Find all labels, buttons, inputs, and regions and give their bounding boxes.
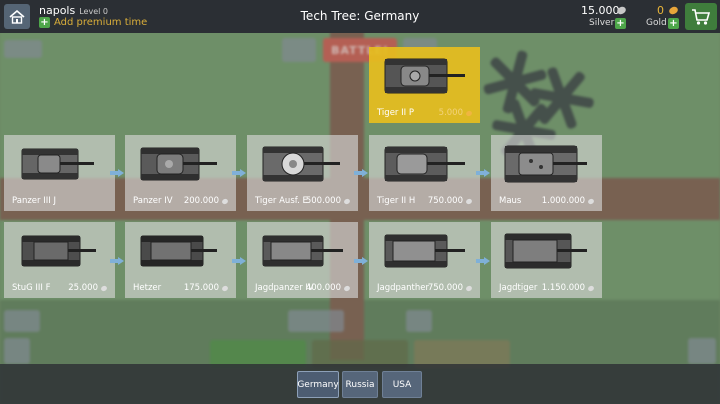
tank-name: Panzer IV [133,196,173,206]
silver-coin-icon [221,284,229,292]
arrow-right-icon [110,169,124,177]
tank-price: 1.150.000 [541,283,595,293]
tank-price: 5.000 [438,108,473,118]
top-bar: napols Level 0 + Add premium time Tech Tr… [0,0,720,33]
cart-icon [692,8,711,25]
tank-price: 750.000 [427,283,473,293]
home-icon [9,9,25,24]
tank-price-value: 5.000 [438,108,463,118]
tank-icon [262,235,343,267]
tank-name: Tiger Ausf. E [255,196,308,206]
tank-icon [384,234,465,268]
tank-name: Jagdpanther [377,283,429,293]
silver-coin-icon [221,197,229,205]
tank-price-value: 200.000 [183,196,219,206]
player-name: napols Level 0 [39,4,108,17]
arrow-right-icon [354,257,368,265]
tank-icon [140,147,217,181]
tank-card-jagdpanther[interactable]: Jagdpanther 750.000 [369,222,480,298]
silver-coin-icon [343,197,351,205]
tank-name: Hetzer [133,283,162,293]
nation-tab-germany[interactable]: Germany [297,371,339,398]
tank-icon [140,235,217,267]
nation-tab-label: Germany [297,379,339,390]
tank-card-panzer-iv[interactable]: Panzer IV 200.000 [125,135,236,211]
tank-icon [262,146,340,182]
tank-price-value: 750.000 [427,196,463,206]
tank-price-value: 1.000.000 [541,196,585,206]
tank-icon [21,148,94,180]
tank-price-value: 175.000 [183,283,219,293]
shop-button[interactable] [685,3,717,30]
tank-name: StuG III F [12,283,51,293]
gold-label: Gold [646,18,667,28]
arrow-right-icon [232,257,246,265]
tank-card-jagdpanzer-iv[interactable]: Jagdpanzer IV 400.000 [247,222,358,298]
add-premium-label: Add premium time [54,17,148,28]
tank-price-value: 400.000 [305,283,341,293]
tank-name: Panzer III J [12,196,56,206]
silver-coin-icon [343,284,351,292]
nation-tab-label: USA [392,379,412,390]
tank-card-maus[interactable]: Maus 1.000.000 [491,135,602,211]
tank-name: Tiger II P [377,108,414,118]
arrow-right-icon [476,169,490,177]
tank-card-tiger-ii-h[interactable]: Tiger II H 750.000 [369,135,480,211]
arrow-right-icon [476,257,490,265]
tank-icon [384,146,465,182]
tank-price: 1.000.000 [541,196,595,206]
silver-coin-icon [587,284,595,292]
gold-coin-icon [465,109,473,117]
tank-price: 25.000 [68,283,108,293]
tank-card-tiger-ausf-e[interactable]: Tiger Ausf. E 500.000 [247,135,358,211]
tank-price: 175.000 [183,283,229,293]
silver-coin-icon [100,284,108,292]
plus-icon: + [39,16,50,28]
tank-price: 500.000 [305,196,351,206]
tank-card-hetzer[interactable]: Hetzer 175.000 [125,222,236,298]
tank-price: 200.000 [183,196,229,206]
tank-icon [384,58,465,94]
tank-price: 750.000 [427,196,473,206]
tank-card-panzer-iii-j[interactable]: Panzer III J [4,135,115,211]
nation-tab-russia[interactable]: Russia [342,371,378,398]
arrow-right-icon [232,169,246,177]
silver-amount: 15.000 [581,4,620,17]
gold-coin-icon [667,5,680,16]
home-button[interactable] [4,4,30,29]
tank-name: Tiger II H [377,196,416,206]
player-level: Level 0 [79,7,108,16]
tank-icon [504,233,587,269]
add-silver-button[interactable]: + [615,18,626,29]
tank-card-stug-iii-f[interactable]: StuG III F 25.000 [4,222,115,298]
silver-coin-icon [465,197,473,205]
add-gold-button[interactable]: + [668,18,679,29]
tank-price-value: 25.000 [68,283,98,293]
player-name-text: napols [39,4,76,17]
tank-price-value: 500.000 [305,196,341,206]
nation-tab-usa[interactable]: USA [382,371,422,398]
tank-price-value: 750.000 [427,283,463,293]
silver-label: Silver [589,18,615,28]
tank-price-value: 1.150.000 [541,283,585,293]
silver-coin-icon [465,284,473,292]
arrow-right-icon [354,169,368,177]
silver-coin-icon [587,197,595,205]
tank-name: Maus [499,196,522,206]
arrow-right-icon [110,257,124,265]
tank-price: 400.000 [305,283,351,293]
add-premium-link[interactable]: + Add premium time [39,17,147,28]
tank-icon [21,235,96,267]
tank-card-tiger-ii-p[interactable]: Tiger II P 5.000 [369,47,480,123]
gold-amount: 0 [657,4,664,17]
tank-name: Jagdtiger [499,283,538,293]
tank-icon [504,145,587,183]
tech-tree-overlay [0,33,720,404]
nation-tab-label: Russia [345,379,375,390]
tank-card-jagdtiger[interactable]: Jagdtiger 1.150.000 [491,222,602,298]
